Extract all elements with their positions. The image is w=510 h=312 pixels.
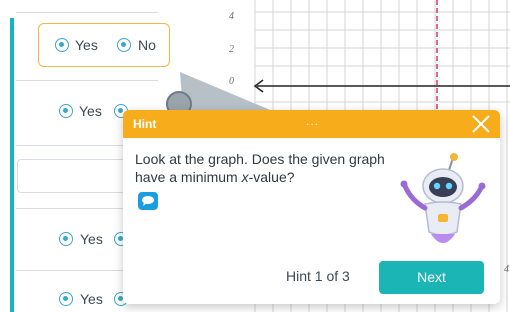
option-yes-label[interactable]: Yes <box>80 291 103 307</box>
hint-counter: Hint 1 of 3 <box>286 268 350 284</box>
hint-dialog: Hint ... Look at the graph. Does the giv… <box>123 110 500 304</box>
y-tick-label: 4 <box>229 11 234 22</box>
hint-header: Hint ... <box>123 110 500 138</box>
radio-selected-icon[interactable] <box>59 232 73 246</box>
close-icon[interactable] <box>470 113 492 135</box>
panel-accent-bar <box>10 18 14 312</box>
y-axis-label: y <box>203 81 208 93</box>
robot-mascot-icon <box>400 153 486 243</box>
next-button[interactable]: Next <box>379 261 484 294</box>
hint-question-text: Look at the graph. Does the given graph … <box>135 151 385 185</box>
row-divider <box>16 12 158 13</box>
radio-selected-icon[interactable] <box>117 38 131 52</box>
y-tick-label: 2 <box>229 44 234 55</box>
option-no-label[interactable]: No <box>138 37 156 53</box>
option-yes-label[interactable]: Yes <box>79 103 102 119</box>
radio-selected-icon[interactable] <box>55 38 69 52</box>
chat-icon[interactable] <box>138 192 158 210</box>
y-tick-label: 0 <box>229 76 234 87</box>
option-yes-label[interactable]: Yes <box>75 37 98 53</box>
radio-selected-icon[interactable] <box>59 292 73 306</box>
radio-selected-icon[interactable] <box>59 104 73 118</box>
hint-dots: ... <box>306 114 320 128</box>
x-tick-label: 4 <box>504 264 509 275</box>
row-divider <box>16 80 158 81</box>
hint-title: Hint <box>133 117 157 131</box>
option-yes-label[interactable]: Yes <box>80 231 103 247</box>
